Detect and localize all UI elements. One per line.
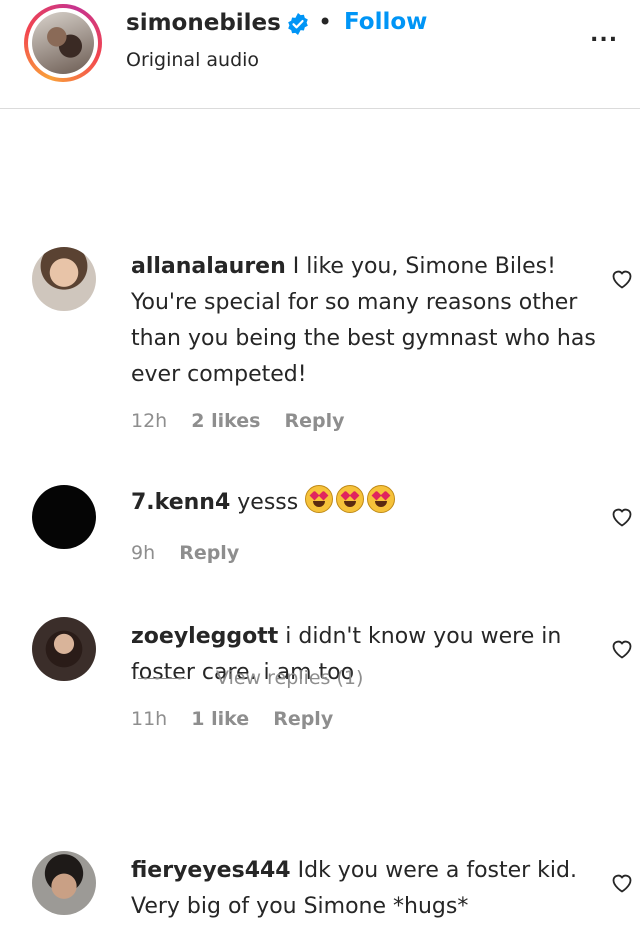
comment-text: fieryeyes444 Idk you were a foster kid. …	[131, 853, 601, 925]
avatar[interactable]	[32, 851, 96, 915]
comment-meta: 11h 1 like Reply	[131, 708, 351, 730]
comment-time[interactable]: 9h	[131, 542, 155, 564]
like-heart-icon[interactable]	[610, 871, 634, 893]
avatar	[32, 12, 94, 74]
comment-meta: 9h Reply	[131, 542, 257, 564]
more-options-icon[interactable]: ...	[590, 22, 618, 47]
comment-time[interactable]: 12h	[131, 410, 167, 432]
reply-button[interactable]: Reply	[285, 410, 345, 432]
post-header: simonebiles • Follow Original audio ...	[0, 0, 640, 109]
star-struck-emoji-icon	[305, 485, 334, 513]
avatar[interactable]	[32, 247, 96, 311]
comment-likes[interactable]: 2 likes	[191, 410, 260, 432]
like-heart-icon[interactable]	[610, 637, 634, 659]
follow-button[interactable]: Follow	[344, 9, 427, 35]
original-audio-link[interactable]: Original audio	[126, 49, 259, 71]
comment-time[interactable]: 11h	[131, 708, 167, 730]
comment-meta: 12h 2 likes Reply	[131, 410, 363, 432]
comment-username[interactable]: zoeyleggott	[131, 624, 278, 649]
comment-likes[interactable]: 1 like	[191, 708, 249, 730]
comment-username[interactable]: allanalauren	[131, 254, 286, 279]
star-struck-emoji-icon	[336, 485, 365, 513]
divider	[138, 678, 186, 679]
avatar[interactable]	[32, 617, 96, 681]
comment-text: 7.kenn4 yesss	[131, 485, 601, 521]
view-replies-label[interactable]: View replies (1)	[216, 667, 363, 689]
reply-button[interactable]: Reply	[179, 542, 239, 564]
reply-button[interactable]: Reply	[273, 708, 333, 730]
separator-dot: •	[318, 8, 333, 36]
comment-username[interactable]: fieryeyes444	[131, 858, 291, 883]
comment-body: yesss	[237, 490, 299, 515]
post-owner-username[interactable]: simonebiles	[126, 10, 281, 36]
like-heart-icon[interactable]	[610, 267, 634, 289]
view-replies-button[interactable]: View replies (1)	[138, 667, 363, 689]
comment-text: allanalauren I like you, Simone Biles! Y…	[131, 249, 601, 393]
like-heart-icon[interactable]	[610, 505, 634, 527]
story-ring-avatar[interactable]	[24, 4, 102, 82]
star-struck-emoji-icon	[367, 485, 396, 513]
comment-username[interactable]: 7.kenn4	[131, 490, 230, 515]
verified-badge-icon	[288, 13, 308, 35]
avatar[interactable]	[32, 485, 96, 549]
